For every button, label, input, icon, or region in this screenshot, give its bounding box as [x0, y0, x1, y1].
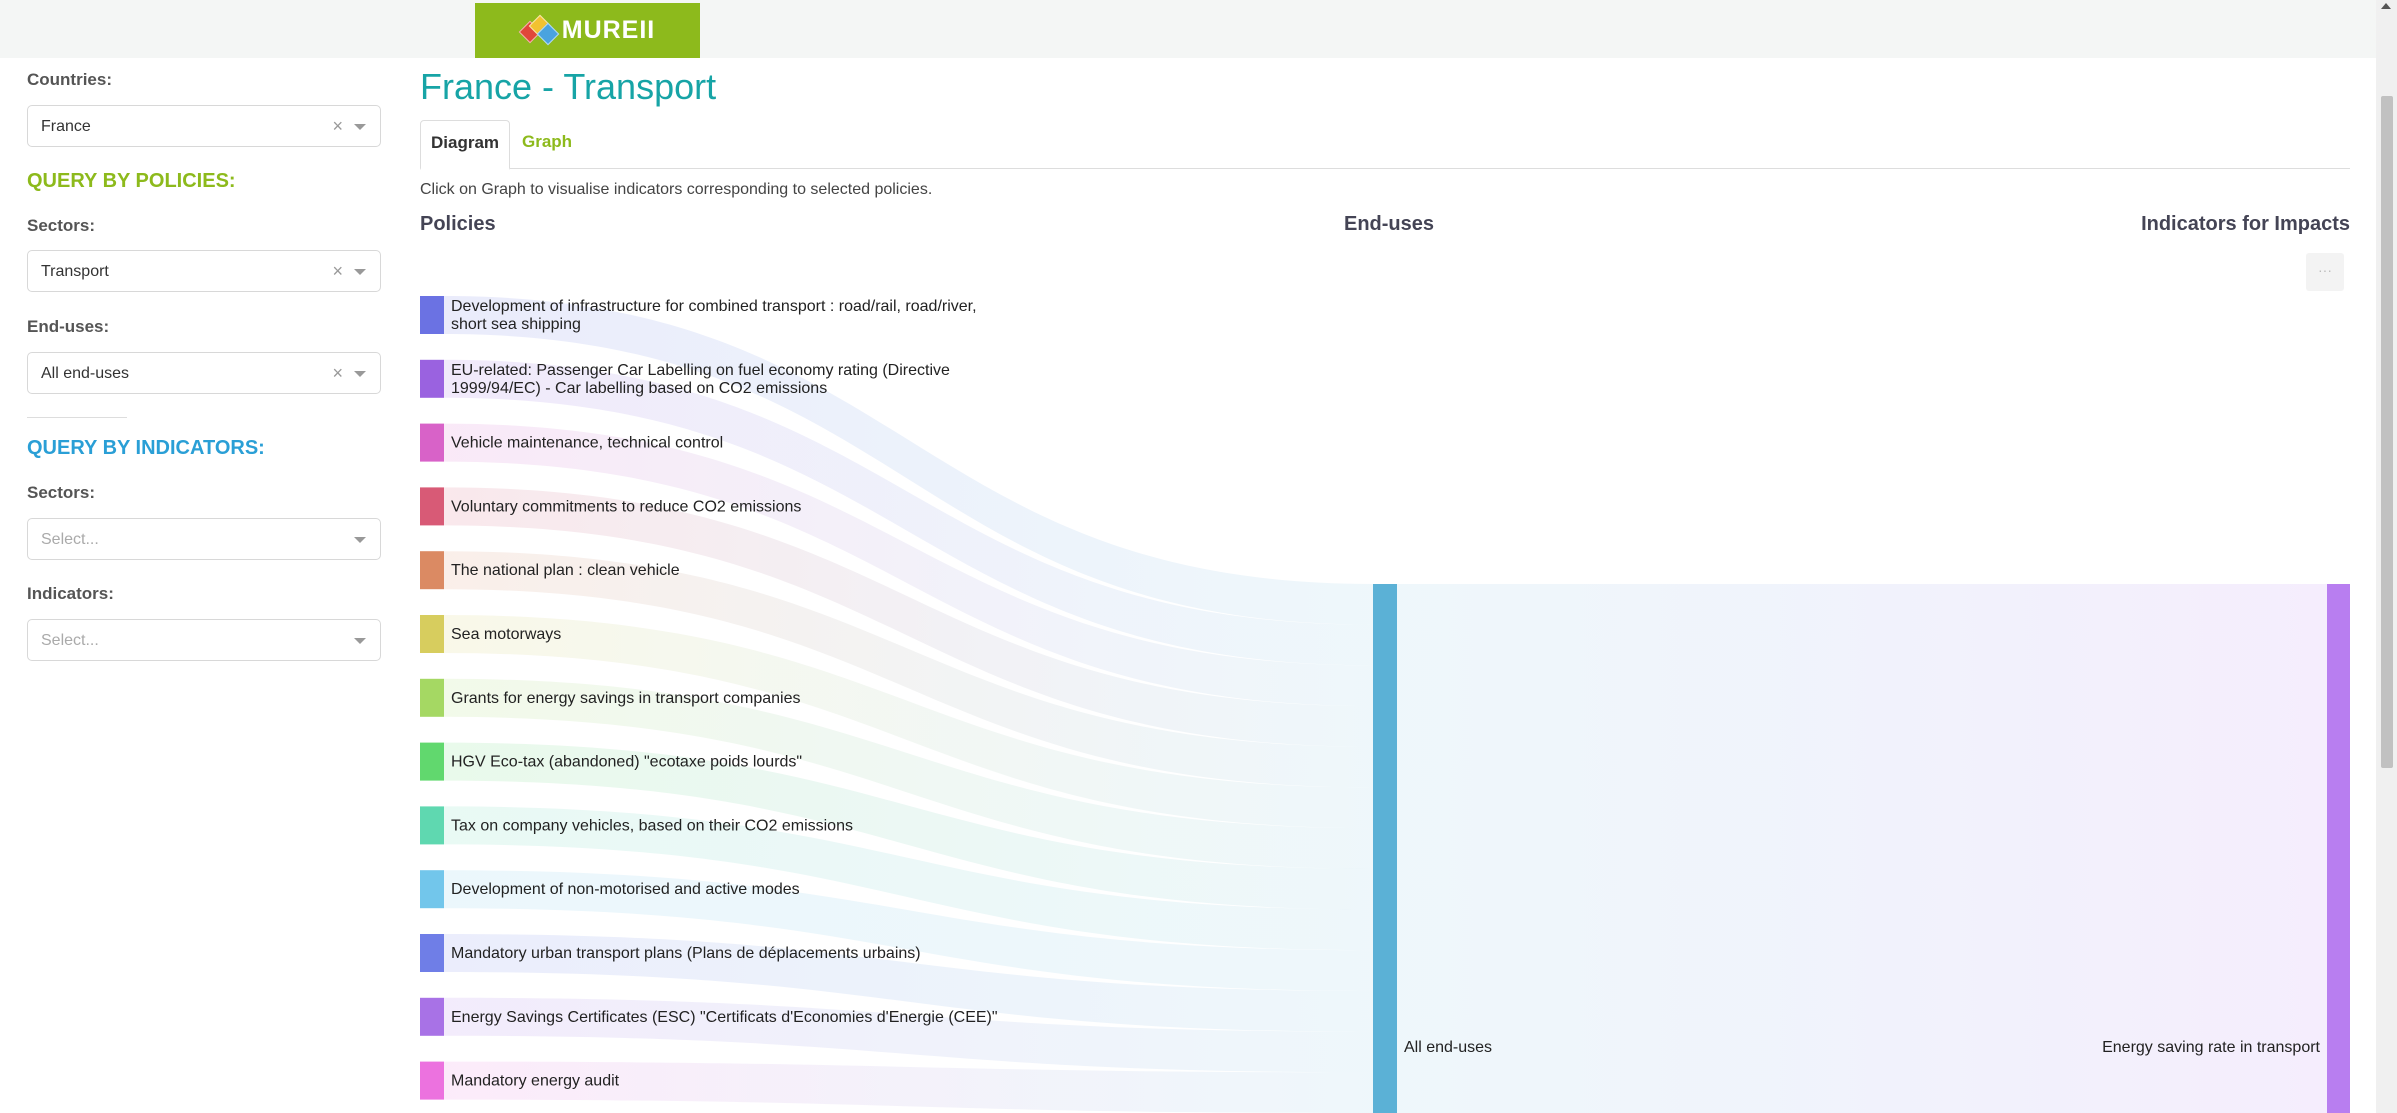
- policy-node[interactable]: [420, 296, 444, 334]
- indicators-placeholder: Select...: [41, 632, 99, 649]
- diagram-options-button[interactable]: ···: [2306, 253, 2344, 291]
- indicator-node[interactable]: [2327, 584, 2350, 1113]
- policy-node[interactable]: [420, 359, 444, 398]
- scrollbar-thumb[interactable]: [2381, 96, 2393, 768]
- chevron-down-icon[interactable]: [354, 371, 366, 377]
- chevron-down-icon[interactable]: [354, 638, 366, 644]
- policy-label: HGV Eco-tax (abandoned) "ecotaxe poids l…: [451, 754, 802, 771]
- policy-link: [444, 678, 1373, 869]
- sectors-select[interactable]: Transport ×: [27, 250, 381, 292]
- page-scrollbar[interactable]: [2376, 0, 2397, 1113]
- enduse-node[interactable]: [1373, 584, 1397, 1113]
- policy-label: Mandatory energy audit: [451, 1073, 620, 1090]
- logo-tiles-icon: [518, 14, 560, 45]
- policy-label: Grants for energy savings in transport c…: [451, 690, 801, 707]
- end-uses-select[interactable]: All end-uses ×: [27, 352, 381, 394]
- chevron-down-icon[interactable]: [354, 269, 366, 275]
- policy-label: Tax on company vehicles, based on their …: [451, 817, 853, 834]
- policy-node[interactable]: [420, 615, 444, 653]
- indicator-sectors-select[interactable]: Select...: [27, 518, 381, 560]
- clear-icon[interactable]: ×: [332, 261, 343, 282]
- policy-node[interactable]: [420, 806, 444, 845]
- chevron-down-icon[interactable]: [354, 537, 366, 543]
- policy-node[interactable]: [420, 1061, 444, 1100]
- countries-select[interactable]: France ×: [27, 105, 381, 147]
- policy-label: Development of non-motorised and active …: [451, 881, 800, 898]
- policy-link: [444, 615, 1373, 829]
- indicators-select[interactable]: Select...: [27, 619, 381, 661]
- indicator-label: Energy saving rate in transport: [2102, 1039, 2320, 1056]
- policy-link: [444, 742, 1373, 910]
- policy-label: Energy Savings Certificates (ESC) "Certi…: [451, 1009, 998, 1026]
- policy-node[interactable]: [420, 487, 444, 526]
- policy-label: Mandatory urban transport plans (Plans d…: [451, 945, 921, 962]
- policy-label: Voluntary commitments to reduce CO2 emis…: [451, 498, 801, 515]
- end-uses-column-heading: End-uses: [1344, 213, 1435, 235]
- enduse-label: All end-uses: [1404, 1039, 1492, 1056]
- policies-column-heading: Policies: [420, 213, 496, 235]
- policy-label: EU-related: Passenger Car Labelling on f…: [451, 362, 950, 397]
- policy-node[interactable]: [420, 997, 444, 1036]
- indicators-label: Indicators:: [27, 584, 114, 603]
- policy-link: [444, 870, 1373, 991]
- policy-label: Vehicle maintenance, technical control: [451, 435, 723, 452]
- sectors-value: Transport: [41, 263, 109, 280]
- policy-link: [444, 423, 1373, 707]
- countries-label: Countries:: [27, 70, 112, 89]
- logo-text: MUREII: [561, 16, 656, 44]
- tab-graph[interactable]: Graph: [522, 120, 572, 167]
- clear-icon[interactable]: ×: [332, 116, 343, 137]
- sidebar-divider: [27, 417, 127, 418]
- chevron-down-icon[interactable]: [354, 124, 366, 130]
- countries-value: France: [41, 118, 91, 135]
- top-bar: MUREII: [0, 0, 2376, 58]
- policy-node[interactable]: [420, 678, 444, 717]
- indicator-sectors-placeholder: Select...: [41, 531, 99, 548]
- mureii-logo[interactable]: MUREII: [475, 3, 700, 58]
- policy-node[interactable]: [420, 423, 444, 462]
- policy-link: [444, 359, 1373, 666]
- policy-link: [444, 997, 1373, 1073]
- policy-link: [444, 296, 1373, 625]
- sectors-label: Sectors:: [27, 216, 96, 235]
- policy-node[interactable]: [420, 551, 444, 590]
- policy-link: [444, 934, 1373, 1032]
- tab-bar: Diagram Graph: [420, 120, 2350, 170]
- scroll-up-icon[interactable]: [2381, 3, 2391, 9]
- query-by-indicators-heading: QUERY BY INDICATORS:: [27, 437, 265, 459]
- end-uses-label: End-uses:: [27, 317, 110, 336]
- policy-link: [444, 1061, 1373, 1113]
- indicator-sectors-label: Sectors:: [27, 483, 96, 502]
- policy-label: Development of infrastructure for combin…: [451, 298, 977, 333]
- instruction-text: Click on Graph to visualise indicators c…: [420, 181, 933, 198]
- policy-link: [444, 551, 1373, 788]
- end-uses-value: All end-uses: [41, 365, 130, 382]
- clear-icon[interactable]: ×: [332, 363, 343, 384]
- policy-node[interactable]: [420, 934, 444, 972]
- tab-diagram[interactable]: Diagram: [420, 120, 510, 170]
- page-title: France - Transport: [420, 66, 717, 107]
- enduse-indicator-link: [1397, 584, 2327, 1113]
- query-by-policies-heading: QUERY BY POLICIES:: [27, 170, 236, 192]
- indicators-column-heading: Indicators for Impacts: [2141, 213, 2350, 235]
- policy-label: The national plan : clean vehicle: [451, 562, 680, 579]
- policy-link: [444, 806, 1373, 951]
- policy-node[interactable]: [420, 742, 444, 781]
- policy-link: [444, 487, 1373, 747]
- policy-node[interactable]: [420, 870, 444, 909]
- policy-label: Sea motorways: [451, 626, 561, 643]
